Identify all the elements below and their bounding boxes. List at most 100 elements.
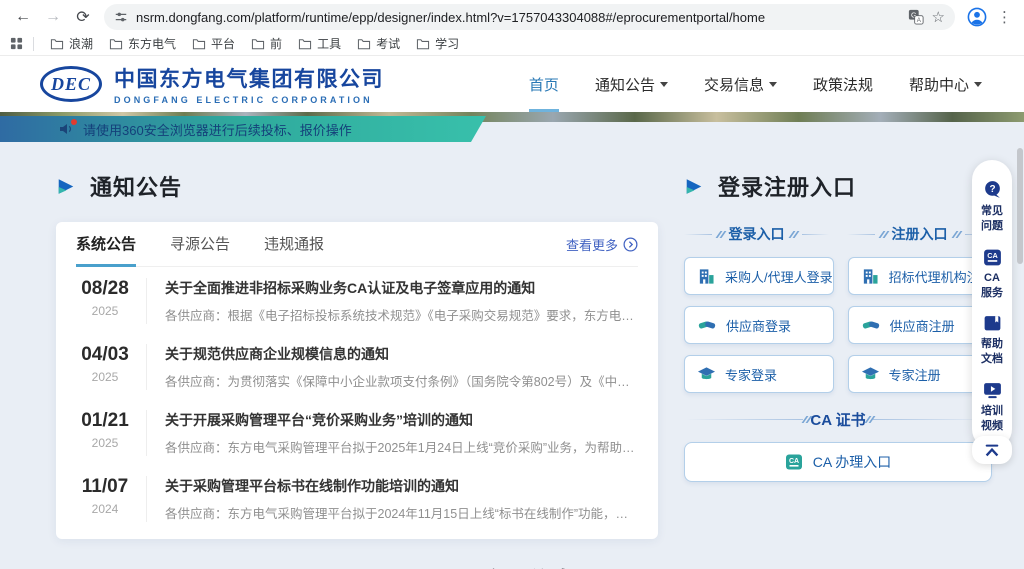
nav-trade-info[interactable]: 交易信息 [704, 56, 777, 112]
banner-notice-text: 请使用360安全浏览器进行后续投标、报价操作 [83, 120, 352, 139]
svg-text:CA: CA [987, 251, 998, 260]
site-settings-icon[interactable] [114, 10, 128, 24]
browser-menu-icon[interactable]: ⋮ [997, 8, 1012, 26]
bookmark-star-icon[interactable]: ☆ [932, 8, 945, 26]
alert-dot [71, 119, 77, 125]
building-icon [697, 267, 716, 286]
notice-date: 04/03 [76, 344, 134, 366]
notice-row[interactable]: 01/212025 关于开展采购管理平台“竞价采购业务”培训的通知各供应商：东方… [76, 399, 638, 465]
notices-heading: 通知公告 [56, 170, 658, 202]
ca-apply-button[interactable]: CA CA 办理入口 [684, 442, 992, 482]
graduation-cap-icon [861, 366, 880, 382]
notices-tabs: 系统公告 寻源公告 违规通报 查看更多 [76, 222, 638, 267]
scrollbar-thumb[interactable] [1017, 148, 1023, 264]
nav-home[interactable]: 首页 [529, 56, 559, 112]
back-icon[interactable]: ← [10, 4, 36, 30]
notice-row[interactable]: 04/03 2025 关于规范供应商企业规模信息的通知各供应商：为贯彻落实《保障中… [76, 333, 638, 399]
profile-avatar-icon[interactable] [967, 7, 987, 27]
tab-system-notices[interactable]: 系统公告 [76, 222, 136, 267]
browser-toolbar: ← → ⟳ nsrm.dongfang.com/platform/runtime… [0, 0, 1024, 34]
tab-violation-reports[interactable]: 违规通报 [264, 222, 324, 267]
bookmark-folder[interactable]: 东方电气 [103, 33, 182, 54]
reload-icon[interactable]: ⟳ [70, 4, 96, 30]
brand-text: 中国东方电气集团有限公司 DONGFANG ELECTRIC CORPORATI… [114, 63, 384, 105]
bookmark-folder[interactable]: 浪潮 [44, 33, 99, 54]
login-heading: 登录注册入口 [684, 170, 992, 202]
trade-info-section: 交易信息 [0, 563, 1024, 569]
view-more-link[interactable]: 查看更多 [566, 222, 638, 266]
notice-row[interactable]: 08/282025 关于全面推进非招标采购业务CA认证及电子签章应用的通知各供应… [76, 267, 638, 333]
browser-actions: ⋮ [967, 7, 1014, 27]
svg-text:CA: CA [789, 458, 799, 465]
notice-title: 关于规范供应商企业规模信息的通知 [165, 344, 638, 364]
company-name-en: DONGFANG ELECTRIC CORPORATION [114, 95, 384, 105]
chevron-down-icon [974, 82, 982, 91]
login-group-label: 登录入口 [684, 224, 829, 244]
ca-badge-icon: CA [785, 453, 803, 471]
svg-text:?: ? [989, 184, 995, 195]
floating-help-rail: ? 常见问题 CA CA服务 帮助文档 培训视频 [972, 160, 1012, 449]
login-buttons: 采购人/代理人登录 招标代理机构注册 供应商登录 供应商注册 [684, 257, 992, 393]
nav-help-center[interactable]: 帮助中心 [909, 56, 982, 112]
notices-section: 通知公告 系统公告 寻源公告 违规通报 查看更多 08/28 2025 [56, 170, 658, 539]
circle-chevron-right-icon [623, 237, 638, 252]
buyer-agent-login-button[interactable]: 采购人/代理人登录 [684, 257, 834, 295]
nav-notices[interactable]: 通知公告 [595, 56, 668, 112]
dec-logo[interactable]: DEC [40, 66, 102, 102]
bookmarks-bar: 浪潮 东方电气 平台 前 工具 考试 学习 [0, 34, 1024, 56]
address-bar[interactable]: nsrm.dongfang.com/platform/runtime/epp/d… [104, 4, 955, 30]
tab-sourcing-notices[interactable]: 寻源公告 [170, 222, 230, 267]
building-icon [861, 267, 880, 286]
page-body: 请使用360安全浏览器进行后续投标、报价操作 通知公告 系统公告 寻源公告 违规… [0, 112, 1024, 569]
url-text[interactable]: nsrm.dongfang.com/platform/runtime/epp/d… [136, 10, 900, 25]
notice-date: 08/28 [76, 278, 134, 300]
bookmark-folder[interactable]: 前 [245, 33, 288, 54]
forward-icon[interactable]: → [40, 4, 66, 30]
notice-year: 2024 [76, 502, 134, 516]
section-arrow-icon [684, 177, 704, 196]
group-labels: 登录入口 注册入口 [684, 224, 992, 244]
chevron-down-icon [769, 82, 777, 91]
notice-desc: 各供应商：为贯彻落实《保障中小企业款项支付条例》（国务院令第802号）及《中小企… [165, 371, 638, 390]
back-to-top-button[interactable] [972, 436, 1012, 464]
help-doc-icon [982, 314, 1003, 333]
apps-grid-icon[interactable] [10, 37, 23, 50]
translate-icon[interactable]: GA [908, 9, 924, 25]
register-group-label: 注册入口 [847, 224, 992, 244]
notice-row[interactable]: 11/072024 关于采购管理平台标书在线制作功能培训的通知各供应商：东方电气… [76, 465, 638, 531]
bookmark-folder[interactable]: 工具 [292, 33, 347, 54]
bookmark-folder[interactable]: 学习 [410, 33, 465, 54]
faq-item[interactable]: ? 常见问题 [981, 172, 1003, 241]
bookmark-folder[interactable]: 平台 [186, 33, 241, 54]
handshake-icon [697, 317, 717, 333]
back-to-top-icon [983, 444, 1001, 457]
notice-year: 2025 [76, 370, 134, 384]
expert-login-button[interactable]: 专家登录 [684, 355, 834, 393]
notice-desc: 各供应商：东方电气采购管理平台拟于2025年1月24日上线“竞价采购”业务，为帮… [165, 437, 638, 456]
site-header: DEC 中国东方电气集团有限公司 DONGFANG ELECTRIC CORPO… [0, 56, 1024, 112]
notice-desc: 各供应商：根据《电子招标投标系统技术规范》《电子采购交易规范》要求，东方电气采购… [165, 305, 638, 324]
help-docs-item[interactable]: 帮助文档 [981, 307, 1003, 374]
training-video-icon [982, 381, 1003, 400]
question-bubble-icon: ? [982, 179, 1003, 200]
bookmark-folder[interactable]: 考试 [351, 33, 406, 54]
nav-policies[interactable]: 政策法规 [813, 56, 873, 112]
notices-card: 系统公告 寻源公告 违规通报 查看更多 08/282025 关于全面推进非招标采… [56, 222, 658, 539]
notice-title: 关于采购管理平台标书在线制作功能培训的通知 [165, 476, 638, 496]
notice-title: 关于开展采购管理平台“竞价采购业务”培训的通知 [165, 410, 638, 430]
graduation-cap-icon [697, 366, 716, 382]
notice-date: 11/07 [76, 476, 134, 498]
training-videos-item[interactable]: 培训视频 [981, 374, 1003, 441]
ca-service-item[interactable]: CA CA服务 [981, 241, 1003, 308]
main-nav: 首页 通知公告 交易信息 政策法规 帮助中心 [529, 56, 988, 112]
notice-year: 2025 [76, 436, 134, 450]
ca-card-icon: CA [982, 248, 1003, 267]
notice-year: 2025 [76, 304, 134, 318]
main-content: 通知公告 系统公告 寻源公告 违规通报 查看更多 08/28 2025 [0, 122, 1024, 539]
chevron-down-icon [660, 82, 668, 91]
page: ← → ⟳ nsrm.dongfang.com/platform/runtime… [0, 0, 1024, 569]
speaker-icon [58, 121, 74, 137]
browser-notice-banner: 请使用360安全浏览器进行后续投标、报价操作 [0, 116, 486, 142]
handshake-icon [861, 317, 881, 333]
supplier-login-button[interactable]: 供应商登录 [684, 306, 834, 344]
